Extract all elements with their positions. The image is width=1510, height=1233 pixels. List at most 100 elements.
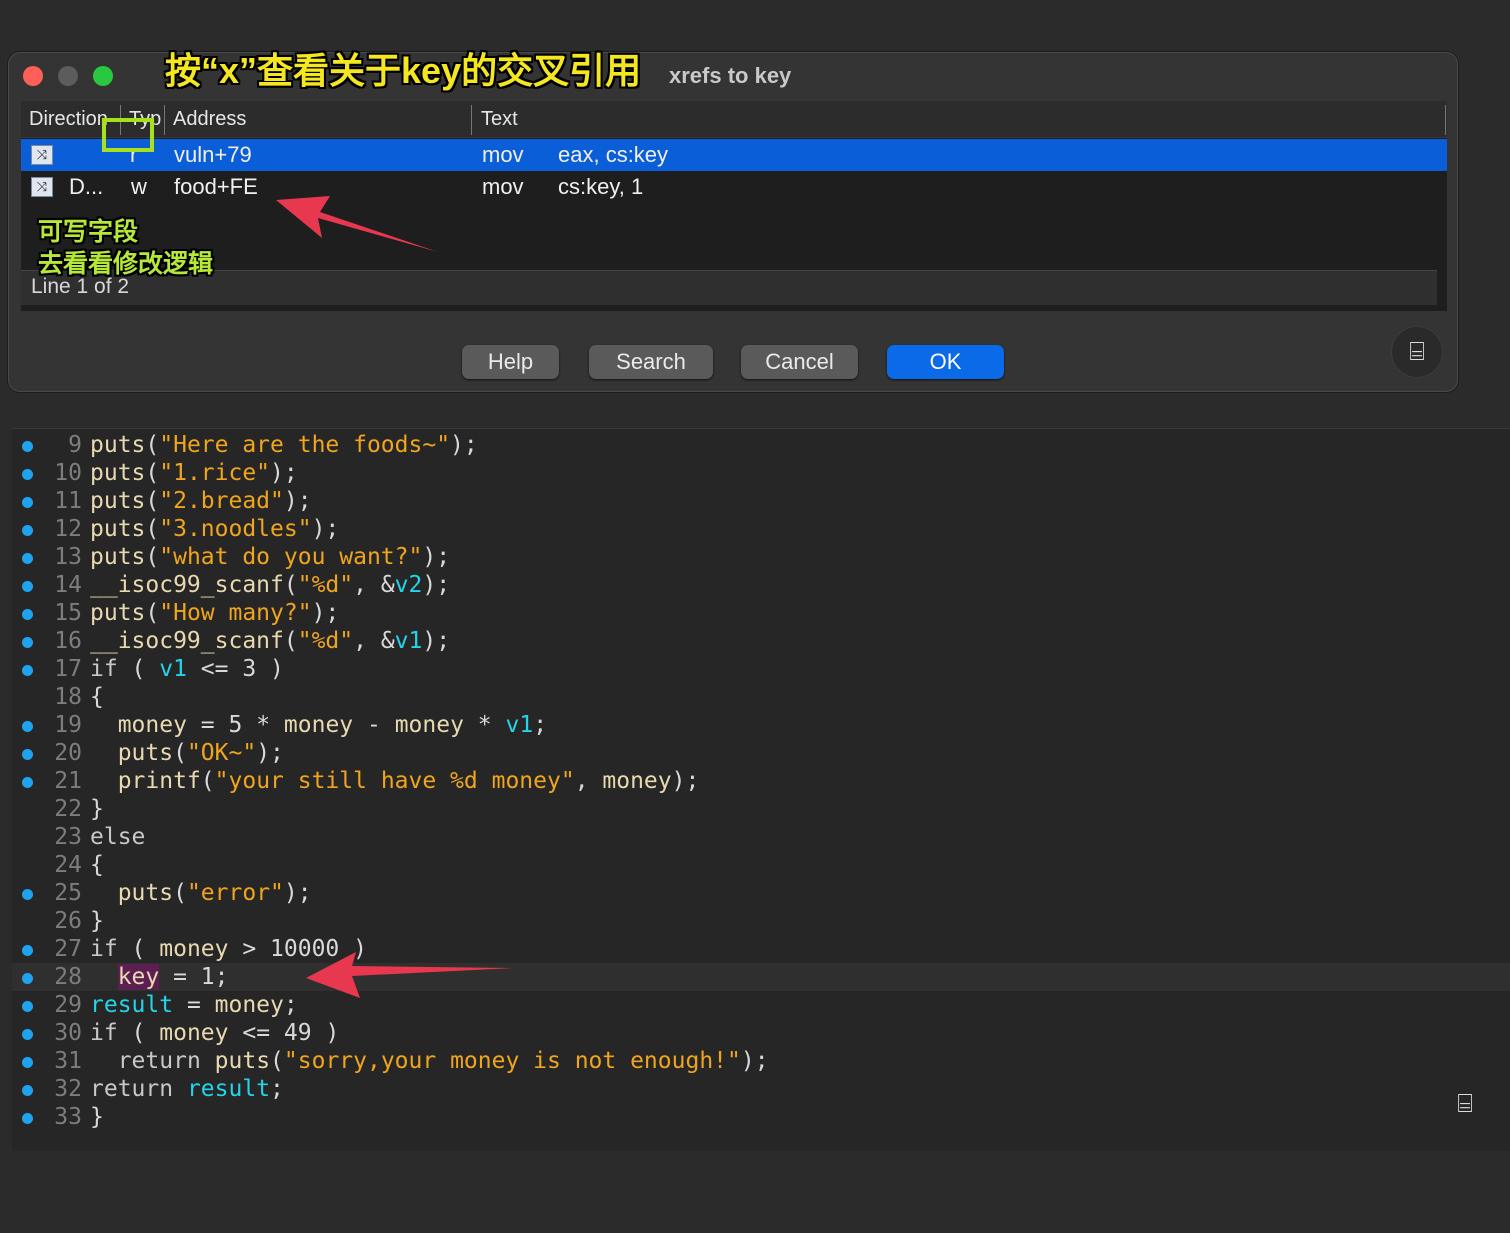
code-line[interactable]: 30 if ( money <= 49 ) — [12, 1019, 1510, 1047]
identifier[interactable]: money — [284, 712, 353, 738]
breakpoint-dot[interactable] — [22, 441, 33, 452]
column-divider[interactable] — [1445, 105, 1446, 135]
search-button[interactable]: Search — [589, 345, 713, 379]
identifier[interactable]: puts — [90, 516, 145, 542]
identifier[interactable]: puts — [215, 1048, 270, 1074]
code-line[interactable]: 16 __isoc99_scanf("%d", &v1); — [12, 627, 1510, 655]
breakpoint-dot[interactable] — [22, 1029, 33, 1040]
identifier[interactable]: puts — [90, 600, 145, 626]
table-row[interactable]: ⤨ r vuln+79 mov eax, cs:key — [21, 139, 1447, 171]
identifier[interactable]: puts — [90, 432, 145, 458]
string-literal[interactable]: "sorry,your money is not enough!" — [284, 1048, 741, 1074]
identifier[interactable]: money — [215, 992, 284, 1018]
breakpoint-dot[interactable] — [22, 1057, 33, 1068]
breakpoint-dot[interactable] — [22, 525, 33, 536]
table-row[interactable]: ⤨ D... w food+FE mov cs:key, 1 — [21, 171, 1447, 203]
code-line[interactable]: 25 puts("error"); — [12, 879, 1510, 907]
cancel-button[interactable]: Cancel — [741, 345, 858, 379]
identifier[interactable]: puts — [118, 740, 173, 766]
code-line[interactable]: 24 { — [12, 851, 1510, 879]
identifier[interactable]: __isoc99_scanf — [90, 572, 284, 598]
code-line[interactable]: 13 puts("what do you want?"); — [12, 543, 1510, 571]
identifier-highlighted[interactable]: key — [117, 964, 160, 990]
breakpoint-dot[interactable] — [22, 721, 33, 732]
identifier[interactable]: money — [159, 1020, 228, 1046]
identifier[interactable]: result — [187, 1076, 270, 1102]
string-literal[interactable]: "1.rice" — [159, 460, 270, 486]
string-literal[interactable]: "2.bread" — [159, 488, 284, 514]
code-line[interactable]: 26 } — [12, 907, 1510, 935]
breakpoint-dot[interactable] — [22, 1113, 33, 1124]
breakpoint-dot[interactable] — [22, 553, 33, 564]
code-line[interactable]: 27 if ( money > 10000 ) — [12, 935, 1510, 963]
code-line[interactable]: 19 money = 5 * money - money * v1; — [12, 711, 1510, 739]
breakpoint-dot[interactable] — [22, 777, 33, 788]
identifier[interactable]: puts — [90, 488, 145, 514]
window-zoom-button[interactable] — [93, 66, 113, 86]
identifier[interactable]: puts — [90, 544, 145, 570]
breakpoint-dot[interactable] — [22, 1085, 33, 1096]
string-literal[interactable]: "your still have %d money" — [215, 768, 575, 794]
string-literal[interactable]: "%d" — [298, 572, 353, 598]
identifier[interactable]: v1 — [159, 656, 187, 682]
breakpoint-dot[interactable] — [22, 1001, 33, 1012]
code-line[interactable]: 23 else — [12, 823, 1510, 851]
identifier[interactable]: v2 — [395, 572, 423, 598]
identifier[interactable]: result — [90, 992, 173, 1018]
code-line[interactable]: 29 result = money; — [12, 991, 1510, 1019]
code-line[interactable]: 11 puts("2.bread"); — [12, 487, 1510, 515]
identifier[interactable]: v1 — [395, 628, 423, 654]
code-line[interactable]: 32 return result; — [12, 1075, 1510, 1103]
column-header-direction[interactable]: Direction — [29, 101, 108, 137]
breakpoint-dot[interactable] — [22, 665, 33, 676]
pseudocode-view[interactable]: 9 puts("Here are the foods~"); 10 puts("… — [12, 428, 1510, 1151]
identifier[interactable]: printf — [118, 768, 201, 794]
code-line[interactable]: 18 { — [12, 683, 1510, 711]
live-text-icon[interactable]: ⌸ — [1440, 1079, 1490, 1129]
breakpoint-dot[interactable] — [22, 749, 33, 760]
identifier[interactable]: puts — [118, 880, 173, 906]
string-literal[interactable]: "OK~" — [187, 740, 256, 766]
breakpoint-dot[interactable] — [22, 973, 33, 984]
code-line[interactable]: 22 } — [12, 795, 1510, 823]
help-button[interactable]: Help — [462, 345, 559, 379]
string-literal[interactable]: "%d" — [298, 628, 353, 654]
identifier[interactable]: puts — [90, 460, 145, 486]
code-line[interactable]: 10 puts("1.rice"); — [12, 459, 1510, 487]
breakpoint-dot[interactable] — [22, 609, 33, 620]
identifier[interactable]: money — [118, 712, 187, 738]
breakpoint-dot[interactable] — [22, 945, 33, 956]
live-text-icon[interactable]: ⌸ — [1391, 326, 1443, 378]
code-line[interactable]: 15 puts("How many?"); — [12, 599, 1510, 627]
code-line[interactable]: 12 puts("3.noodles"); — [12, 515, 1510, 543]
string-literal[interactable]: "what do you want?" — [159, 544, 422, 570]
column-divider[interactable] — [164, 105, 165, 135]
ok-button[interactable]: OK — [887, 345, 1004, 379]
identifier[interactable]: money — [159, 936, 228, 962]
code-line[interactable]: 31 return puts("sorry,your money is not … — [12, 1047, 1510, 1075]
string-literal[interactable]: "error" — [187, 880, 284, 906]
string-literal[interactable]: "How many?" — [159, 600, 311, 626]
breakpoint-dot[interactable] — [22, 581, 33, 592]
window-close-button[interactable] — [23, 66, 43, 86]
code-line[interactable]: 20 puts("OK~"); — [12, 739, 1510, 767]
identifier[interactable]: money — [395, 712, 464, 738]
code-line[interactable]: 9 puts("Here are the foods~"); — [12, 431, 1510, 459]
identifier[interactable]: __isoc99_scanf — [90, 628, 284, 654]
breakpoint-dot[interactable] — [22, 637, 33, 648]
identifier[interactable]: v1 — [506, 712, 534, 738]
column-header-text[interactable]: Text — [481, 101, 518, 137]
code-line[interactable]: 14 __isoc99_scanf("%d", &v2); — [12, 571, 1510, 599]
code-line[interactable]: 17 if ( v1 <= 3 ) — [12, 655, 1510, 683]
column-header-address[interactable]: Address — [173, 101, 246, 137]
breakpoint-dot[interactable] — [22, 889, 33, 900]
identifier[interactable]: money — [602, 768, 671, 794]
breakpoint-dot[interactable] — [22, 497, 33, 508]
column-divider[interactable] — [471, 105, 472, 135]
code-line[interactable]: 33 } — [12, 1103, 1510, 1131]
code-line-current[interactable]: 28 key = 1; — [12, 963, 1510, 991]
string-literal[interactable]: "Here are the foods~" — [159, 432, 450, 458]
window-minimize-button[interactable] — [58, 66, 78, 86]
string-literal[interactable]: "3.noodles" — [159, 516, 311, 542]
breakpoint-dot[interactable] — [22, 469, 33, 480]
